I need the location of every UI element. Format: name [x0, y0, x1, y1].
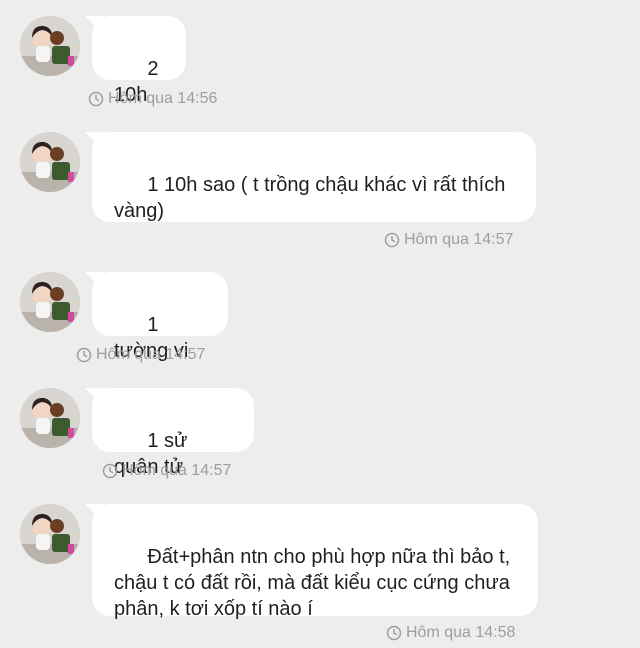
avatar-image — [20, 16, 80, 76]
avatar-image — [20, 504, 80, 564]
avatar-image — [20, 132, 80, 192]
timestamp-text: Hôm qua 14:58 — [406, 624, 516, 641]
message-bubble[interactable]: 1 tường vi — [92, 272, 228, 362]
timestamp-text: Hôm qua 14:57 — [404, 231, 514, 248]
chat-list: 2 10h Hôm qua 14:56 1 10h sao (t trồng … — [0, 0, 640, 642]
message-timestamp: Hôm qua 14:57 — [102, 462, 231, 480]
message-text: 1 10h sao ( t trồng chậu khác vì rất thí… — [114, 174, 511, 222]
timestamp-text: Hôm qua 14:56 — [108, 90, 218, 107]
message-text: Đất+phân ntn cho phù hợp nữa thì bảo t, … — [114, 546, 516, 620]
avatar[interactable] — [20, 132, 80, 192]
clock-icon — [384, 232, 400, 248]
avatar[interactable] — [20, 16, 80, 76]
message-timestamp: Hôm qua 14:57 — [76, 346, 205, 364]
clock-icon — [76, 347, 92, 363]
timestamp-text: Hôm qua 14:57 — [96, 346, 206, 363]
avatar[interactable] — [20, 504, 80, 564]
timestamp-text: Hôm qua 14:57 — [122, 462, 232, 479]
message-bubble[interactable]: 1 10h sao ( t trồng chậu khác vì rất thí… — [92, 132, 536, 222]
message-timestamp: Hôm qua 14:57 — [384, 231, 513, 249]
avatar-image — [20, 272, 80, 332]
message-bubble[interactable]: 2 10h — [92, 16, 186, 106]
avatar-image — [20, 388, 80, 448]
message-timestamp: Hôm qua 14:56 — [88, 90, 217, 108]
avatar[interactable] — [20, 272, 80, 332]
message-timestamp: Hôm qua 14:58 — [386, 624, 515, 642]
clock-icon — [386, 625, 402, 641]
message-bubble[interactable]: Đất+phân ntn cho phù hợp nữa thì bảo t, … — [92, 504, 538, 620]
clock-icon — [88, 91, 104, 107]
clock-icon — [102, 463, 118, 479]
message-bubble[interactable]: 1 sử quân tử — [92, 388, 254, 478]
avatar[interactable] — [20, 388, 80, 448]
